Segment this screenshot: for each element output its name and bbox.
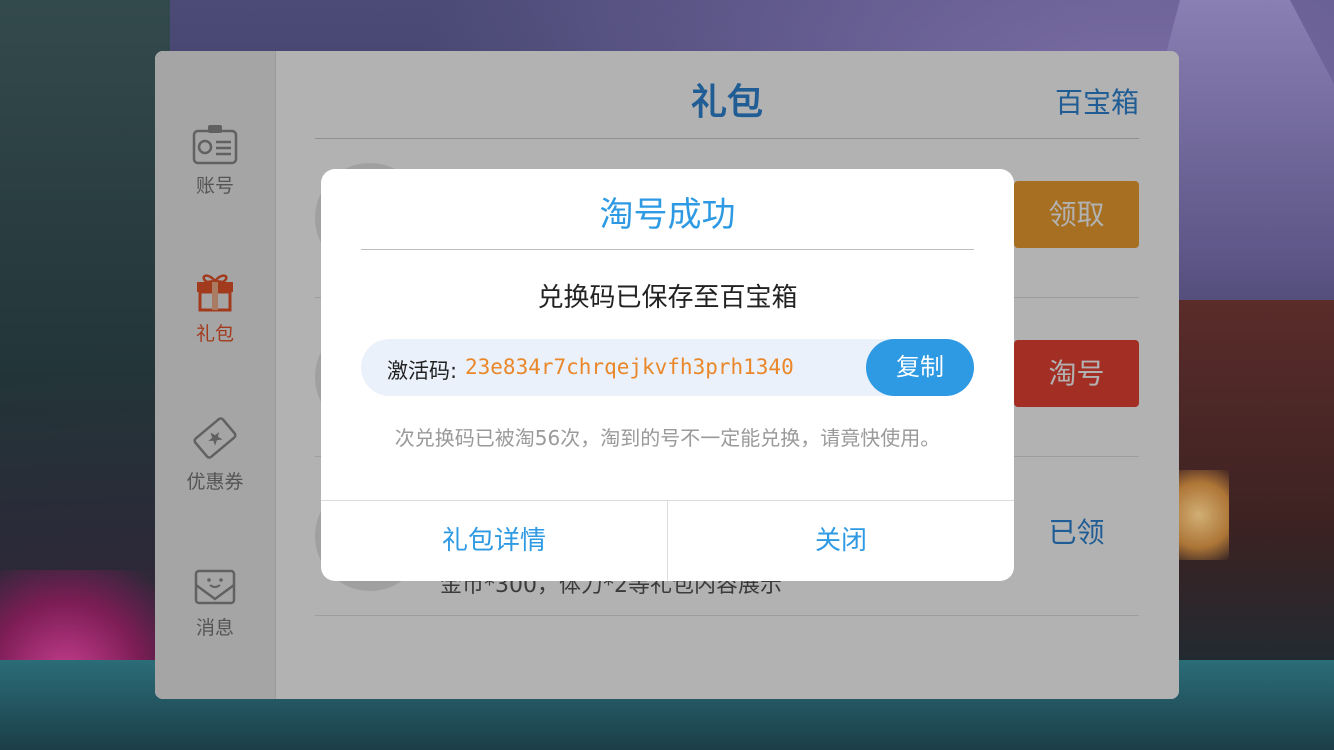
dialog-message: 兑换码已保存至百宝箱 [537,283,798,313]
close-button[interactable]: 关闭 [668,501,1014,581]
activation-code-box: 激活码: 23e834r7chrqejkvfh3prh1340 复制 [361,339,974,396]
copy-button[interactable]: 复制 [866,339,974,396]
dialog-divider [361,249,974,250]
dialog-title: 淘号成功 [599,195,736,235]
activation-code-label: 激活码: [387,359,458,383]
activation-code-value[interactable]: 23e834r7chrqejkvfh3prh1340 [465,355,794,379]
dialog-note: 次兑换码已被淘56次，淘到的号不一定能兑换，请竟快使用。 [394,426,941,450]
gift-details-button[interactable]: 礼包详情 [321,501,668,581]
tao-hao-success-dialog: 淘号成功 兑换码已保存至百宝箱 激活码: 23e834r7chrqejkvfh3… [321,169,1014,581]
dialog-footer: 礼包详情 关闭 [321,500,1014,581]
